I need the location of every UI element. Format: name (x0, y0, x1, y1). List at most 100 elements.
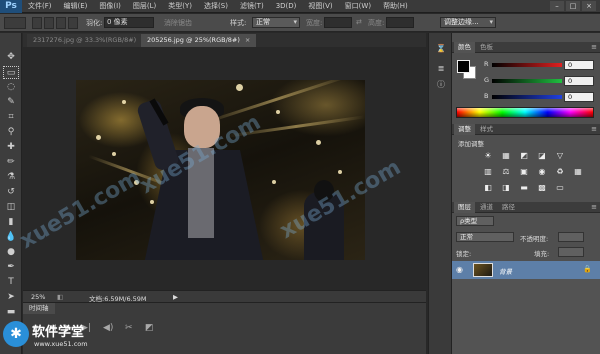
scissors-icon[interactable]: ✂ (125, 323, 133, 333)
tab-styles[interactable]: 样式 (476, 124, 497, 135)
menu-type[interactable]: 类型(Y) (162, 1, 198, 11)
marquee-preset-icon[interactable] (4, 17, 26, 29)
canvas-area[interactable]: xue51.com xue51.com xue51.com (16, 47, 426, 290)
feather-input[interactable]: 0 像素 (104, 17, 154, 28)
intersect-selection-icon[interactable] (68, 17, 78, 29)
color-spectrum[interactable] (456, 107, 594, 118)
subtract-selection-icon[interactable] (56, 17, 66, 29)
menu-edit[interactable]: 编辑(E) (58, 1, 94, 11)
close-icon[interactable]: × (245, 36, 250, 44)
tab-document-1[interactable]: 2317276.jpg @ 33.3%(RGB/8#)× (27, 34, 153, 47)
lasso-tool-icon[interactable]: ◌ (3, 81, 19, 94)
minimize-button[interactable]: – (550, 1, 564, 11)
actions-icon[interactable]: ⓘ (434, 79, 448, 91)
opacity-input[interactable] (558, 232, 584, 242)
eyedropper-tool-icon[interactable]: ⚲ (3, 126, 19, 139)
tab-document-2[interactable]: 205256.jpg @ 25%(RGB/8#) × (141, 34, 257, 47)
exposure-icon[interactable]: ◪ (536, 150, 548, 161)
height-input[interactable] (386, 17, 414, 28)
panel-menu-icon[interactable]: ≡ (591, 124, 597, 135)
transition-icon[interactable]: ◩ (145, 323, 154, 333)
fill-input[interactable] (558, 247, 584, 257)
panel-menu-icon[interactable]: ≡ (591, 42, 597, 53)
gradient-map-icon[interactable]: ▭ (554, 182, 566, 193)
vibrance-icon[interactable]: ▽ (554, 150, 566, 161)
menu-file[interactable]: 文件(F) (22, 1, 58, 11)
history-brush-tool-icon[interactable]: ↺ (3, 186, 19, 199)
antialias-checkbox[interactable]: 消除锯齿 (164, 18, 192, 28)
photo-filter-icon[interactable]: ◉ (536, 166, 548, 177)
close-button[interactable]: × (582, 1, 596, 11)
layer-name: 背景 (499, 268, 512, 276)
posterize-icon[interactable]: ◨ (500, 182, 512, 193)
menu-select[interactable]: 选择(S) (198, 1, 234, 11)
menu-view[interactable]: 视图(V) (302, 1, 338, 11)
menu-window[interactable]: 窗口(W) (339, 1, 377, 11)
tab-timeline[interactable]: 时间轴 (23, 303, 55, 314)
green-slider[interactable] (492, 79, 562, 83)
tab-color[interactable]: 颜色 (454, 42, 475, 53)
tab-adjustments[interactable]: 调整 (454, 124, 475, 135)
eye-icon[interactable]: ◉ (456, 265, 463, 274)
menu-3d[interactable]: 3D(D) (270, 2, 303, 10)
layer-row-background[interactable]: ◉ 背景 🔒 (452, 261, 600, 279)
gradient-tool-icon[interactable]: ▮ (3, 216, 19, 229)
zoom-level[interactable]: 25% (31, 293, 45, 301)
width-input[interactable] (324, 17, 352, 28)
menu-filter[interactable]: 滤镜(T) (234, 1, 270, 11)
options-bar: 羽化: 0 像素 消除锯齿 样式: 正常 宽度: ⇄ 高度: 调整边缘... (0, 14, 600, 32)
threshold-icon[interactable]: ▬ (518, 182, 530, 193)
color-panel-header: 颜色 色板 ≡ (452, 42, 600, 53)
path-select-tool-icon[interactable]: ➤ (3, 291, 19, 304)
crop-tool-icon[interactable]: ⌗ (3, 111, 19, 124)
menu-help[interactable]: 帮助(H) (377, 1, 414, 11)
history-icon[interactable]: ⌛ (434, 43, 448, 55)
type-tool-icon[interactable]: T (3, 276, 19, 289)
clone-stamp-tool-icon[interactable]: ⚗ (3, 171, 19, 184)
properties-icon[interactable]: ≣ (434, 63, 448, 75)
layer-filter-select[interactable]: ρ类型 (456, 216, 494, 226)
brightness-icon[interactable]: ☀ (482, 150, 494, 161)
marquee-tool-icon[interactable]: ▭ (3, 66, 19, 79)
new-selection-icon[interactable] (32, 17, 42, 29)
menu-layer[interactable]: 图层(L) (127, 1, 162, 11)
add-selection-icon[interactable] (44, 17, 54, 29)
quick-select-tool-icon[interactable]: ✎ (3, 96, 19, 109)
blue-value[interactable]: 0 (564, 92, 594, 102)
blend-mode-select[interactable]: 正常 (456, 232, 514, 242)
blue-slider[interactable] (492, 95, 562, 99)
black-white-icon[interactable]: ▣ (518, 166, 530, 177)
tab-channels[interactable]: 通道 (476, 202, 497, 213)
panel-menu-icon[interactable]: ≡ (591, 202, 597, 213)
tab-layers[interactable]: 图层 (454, 202, 475, 213)
healing-brush-tool-icon[interactable]: ✚ (3, 141, 19, 154)
foreground-color-swatch[interactable] (457, 60, 470, 73)
hue-saturation-icon[interactable]: ▥ (482, 166, 494, 177)
adjustments-panel-header: 调整 样式 ≡ (452, 124, 600, 135)
red-value[interactable]: 0 (564, 60, 594, 70)
pen-tool-icon[interactable]: ✒ (3, 261, 19, 274)
curves-icon[interactable]: ◩ (518, 150, 530, 161)
maximize-button[interactable]: □ (566, 1, 580, 11)
eraser-tool-icon[interactable]: ◫ (3, 201, 19, 214)
invert-icon[interactable]: ◧ (482, 182, 494, 193)
tab-paths[interactable]: 路径 (498, 202, 519, 213)
style-select[interactable]: 正常 (252, 17, 300, 28)
tab-swatches[interactable]: 色板 (476, 42, 497, 53)
levels-icon[interactable]: ▦ (500, 150, 512, 161)
color-balance-icon[interactable]: ⚖ (500, 166, 512, 177)
brush-tool-icon[interactable]: ✏ (3, 156, 19, 169)
channel-mixer-icon[interactable]: ♻ (554, 166, 566, 177)
red-slider[interactable] (492, 63, 562, 67)
color-lookup-icon[interactable]: ▦ (572, 166, 584, 177)
layers-list-empty (452, 279, 600, 354)
document-image[interactable] (76, 80, 365, 260)
move-tool-icon[interactable]: ✥ (3, 51, 19, 64)
dodge-tool-icon[interactable]: ● (3, 246, 19, 259)
status-toggle-icon[interactable]: ◧ (57, 293, 63, 301)
selective-color-icon[interactable]: ▩ (536, 182, 548, 193)
green-value[interactable]: 0 (564, 76, 594, 86)
refine-edge-button[interactable]: 调整边缘... (440, 17, 496, 28)
status-arrow-icon[interactable]: ▶ (173, 293, 178, 301)
menu-image[interactable]: 图像(I) (93, 1, 127, 11)
